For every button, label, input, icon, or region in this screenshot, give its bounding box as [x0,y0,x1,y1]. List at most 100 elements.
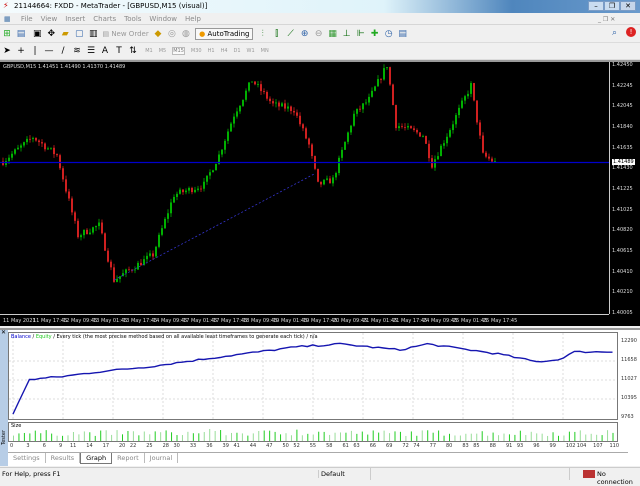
channel-icon[interactable]: ≋ [71,45,83,57]
tab-settings[interactable]: Settings [8,453,46,463]
vertical-line-icon[interactable]: | [29,45,41,57]
crosshair-icon[interactable]: + [15,45,27,57]
timeframe-m30[interactable]: M30 [191,48,202,54]
size-bar [45,430,47,441]
periods-icon[interactable]: ◷ [383,28,395,40]
navigator-icon[interactable]: ✥ [45,28,57,40]
new-chart-icon[interactable]: ⊞ [1,28,13,40]
candle-body [239,105,241,112]
signals-icon[interactable]: ◎ [166,28,178,40]
market-watch-icon[interactable]: ▣ [31,28,43,40]
market-icon[interactable]: ◍ [180,28,192,40]
size-bar [160,432,162,441]
data-window-icon[interactable]: ▰ [59,28,71,40]
timeframe-m15[interactable]: M15 [172,47,185,55]
timeframe-m1[interactable]: M1 [145,48,153,54]
equity-legend: Equity [35,334,52,340]
menu-insert[interactable]: Insert [61,13,89,25]
candle-body [365,102,367,104]
tester-icon[interactable]: ▥ [87,28,99,40]
minimize-button[interactable]: – [588,1,604,11]
trade-axis-label: 96 [533,443,540,449]
label-icon[interactable]: T [113,45,125,57]
chart-shift-icon[interactable]: ⊥ [341,28,353,40]
candle-body [296,112,298,116]
candle-body [371,90,373,97]
timeframe-h4[interactable]: H4 [221,48,228,54]
tab-results[interactable]: Results [46,453,81,463]
balance-axis-label: 11027 [621,375,637,382]
tab-journal[interactable]: Journal [145,453,179,463]
restore-button[interactable]: ❐ [604,1,620,11]
zoom-in-icon[interactable]: ⊕ [299,28,311,40]
candle-body [224,140,226,150]
trade-axis-label: 50 [282,443,289,449]
profiles-icon[interactable]: ▤ [15,28,27,40]
horizontal-line-icon[interactable]: — [43,45,55,57]
timeframe-d1[interactable]: D1 [234,48,241,54]
fibonacci-icon[interactable]: ☰ [85,45,97,57]
candlestick-icon[interactable]: ⫿ [271,28,283,40]
chart-window[interactable]: GBPUSD,M15 1.41451 1.41490 1.41370 1.414… [0,60,640,326]
candle-body [359,108,361,110]
size-bar [138,435,140,441]
candle-body [461,100,463,108]
size-bar [100,430,102,441]
app-icon: ⚡ [3,1,9,10]
notification-icon[interactable]: ! [626,27,636,37]
menu-file[interactable]: File [17,13,37,25]
tab-report[interactable]: Report [112,453,145,463]
candle-body [77,220,79,238]
child-window-controls[interactable]: _ ❐ ✕ [594,14,619,26]
candle-body [14,149,16,154]
metaeditor-icon[interactable]: ◆ [152,28,164,40]
zoom-out-icon[interactable]: ⊖ [313,28,325,40]
line-chart-icon[interactable]: ⟋ [285,28,297,40]
bar-chart-icon[interactable]: ⫶ [257,28,269,40]
autoscroll-icon[interactable]: ⊩ [355,28,367,40]
arrows-icon[interactable]: ⇅ [127,45,139,57]
timeframe-mn[interactable]: MN [261,48,269,54]
candle-body [44,143,46,150]
close-button[interactable]: ✕ [620,1,636,11]
timeframe-h1[interactable]: H1 [208,48,215,54]
tile-windows-icon[interactable]: ▦ [327,28,339,40]
indicators-icon[interactable]: ✚ [369,28,381,40]
candle-body [194,189,196,193]
cursor-icon[interactable]: ➤ [1,45,13,57]
menu-charts[interactable]: Charts [89,13,120,25]
close-panel-icon[interactable]: ✕ [1,329,6,336]
timeframe-w1[interactable]: W1 [247,48,255,54]
terminal-icon[interactable]: ▢ [73,28,85,40]
new-order-button[interactable]: ▤ New Order [102,30,148,38]
candle-body [398,126,400,129]
trade-axis-label: 72 [402,443,409,449]
price-axis [609,62,610,314]
size-bar [563,435,565,441]
candle-body [200,188,202,190]
menu-help[interactable]: Help [181,13,205,25]
search-icon[interactable]: ⌕ [612,28,617,38]
chart-menu-icon[interactable]: ▦ [0,13,15,25]
graph-header: Balance / Equity / Every tick (the most … [11,334,318,340]
price-label: 1.42450 [612,62,633,68]
price-chart[interactable] [0,62,609,314]
trendline-icon[interactable]: / [57,45,69,57]
autotrading-button[interactable]: ● AutoTrading [195,28,254,40]
text-icon[interactable]: A [99,45,111,57]
candle-body [137,262,139,270]
tab-graph[interactable]: Graph [80,453,113,464]
connection-icon [583,470,595,478]
candle-body [428,143,430,159]
candle-body [386,67,388,69]
templates-icon[interactable]: ▤ [397,28,409,40]
size-bar [29,433,31,441]
candle-body [56,154,58,156]
menu-view[interactable]: View [37,13,62,25]
menu-tools[interactable]: Tools [120,13,145,25]
size-graph: Size [8,422,618,442]
standard-toolbar: ⊞ ▤ ▣ ✥ ▰ ▢ ▥ ▤ New Order ◆ ◎ ◍ ● AutoTrading ⫶… [0,26,640,43]
timeframe-m5[interactable]: M5 [159,48,167,54]
trade-axis-label: 102 [565,443,576,449]
menu-window[interactable]: Window [145,13,181,25]
